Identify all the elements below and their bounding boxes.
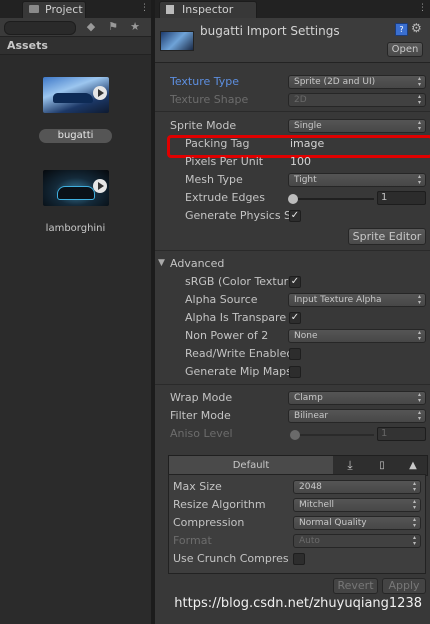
format-label: Format bbox=[173, 534, 212, 547]
pixels-per-unit-input[interactable]: 100 bbox=[286, 154, 430, 170]
gear-icon[interactable]: ⚙ bbox=[411, 21, 422, 35]
extrude-edges-label: Extrude Edges bbox=[185, 191, 265, 204]
panel-menu-icon[interactable]: ⋮ bbox=[418, 3, 427, 13]
project-panel: Project ⋮ ◆ ⚑ ★ Assets bugatti lamborghi… bbox=[0, 0, 151, 624]
watermark-text: https://blog.csdn.net/zhuyuqiang1238 bbox=[174, 596, 422, 611]
play-icon[interactable] bbox=[93, 86, 107, 100]
apply-button[interactable]: Apply bbox=[382, 578, 426, 594]
wrap-mode-label: Wrap Mode bbox=[170, 391, 233, 404]
panel-menu-icon[interactable]: ⋮ bbox=[140, 3, 149, 13]
favorite-star-icon[interactable]: ★ bbox=[128, 20, 142, 34]
generate-mip-maps-checkbox[interactable] bbox=[289, 366, 301, 378]
platform-tabbar: Default ⤓ ▯ ▲ bbox=[168, 455, 428, 476]
extrude-edges-input[interactable]: 1 bbox=[377, 191, 426, 205]
srgb-checkbox[interactable]: ✓ bbox=[289, 276, 301, 288]
aniso-level-input: 1 bbox=[377, 427, 426, 441]
foldout-arrow-icon[interactable]: ▼ bbox=[158, 258, 165, 268]
texture-preview-thumbnail bbox=[160, 31, 194, 51]
sprite-mode-dropdown[interactable]: Single bbox=[288, 119, 426, 133]
breadcrumb[interactable]: Assets bbox=[0, 37, 151, 55]
car-silhouette bbox=[57, 186, 95, 200]
mesh-type-dropdown[interactable]: Tight bbox=[288, 173, 426, 187]
use-crunch-label: Use Crunch Compres bbox=[173, 552, 289, 565]
play-icon[interactable] bbox=[93, 179, 107, 193]
pixels-per-unit-label: Pixels Per Unit bbox=[185, 155, 264, 168]
max-size-dropdown[interactable]: 2048 bbox=[293, 480, 421, 494]
alpha-transparency-checkbox[interactable]: ✓ bbox=[289, 312, 301, 324]
mobile-platform-icon[interactable]: ▯ bbox=[367, 456, 397, 475]
open-button[interactable]: Open bbox=[387, 42, 423, 57]
extrude-edges-slider-handle[interactable] bbox=[288, 194, 298, 204]
resize-algorithm-label: Resize Algorithm bbox=[173, 498, 266, 511]
inspector-panel: Inspector ⋮ bugatti Import Settings ? ⚙ … bbox=[155, 0, 430, 624]
help-icon[interactable]: ? bbox=[395, 23, 408, 36]
alpha-source-dropdown[interactable]: Input Texture Alpha bbox=[288, 293, 426, 307]
srgb-label: sRGB (Color Textur bbox=[185, 275, 289, 288]
info-icon bbox=[166, 5, 174, 14]
tab-project-label: Project bbox=[45, 3, 83, 16]
compression-dropdown[interactable]: Normal Quality bbox=[293, 516, 421, 530]
texture-shape-label: Texture Shape bbox=[170, 93, 249, 106]
sprite-editor-button[interactable]: Sprite Editor bbox=[348, 228, 426, 245]
project-toolbar: ◆ ⚑ ★ bbox=[0, 18, 151, 37]
divider bbox=[155, 384, 430, 385]
aniso-level-label: Aniso Level bbox=[170, 427, 233, 440]
format-dropdown: Auto bbox=[293, 534, 421, 548]
generate-physics-checkbox[interactable]: ✓ bbox=[289, 210, 301, 222]
filter-by-type-icon[interactable]: ◆ bbox=[84, 20, 98, 34]
inspector-tabbar: Inspector ⋮ bbox=[155, 0, 430, 19]
divider bbox=[155, 250, 430, 251]
extrude-edges-slider[interactable] bbox=[292, 198, 374, 200]
use-crunch-checkbox[interactable] bbox=[293, 553, 305, 565]
mesh-type-label: Mesh Type bbox=[185, 173, 243, 186]
read-write-checkbox[interactable] bbox=[289, 348, 301, 360]
max-size-label: Max Size bbox=[173, 480, 222, 493]
folder-icon bbox=[29, 5, 39, 13]
asset-thumbnail-bugatti[interactable] bbox=[43, 77, 109, 113]
asset-thumbnail-lamborghini[interactable] bbox=[43, 170, 109, 206]
platform-tab-default[interactable]: Default bbox=[169, 456, 333, 475]
revert-button[interactable]: Revert bbox=[333, 578, 378, 594]
wrap-mode-dropdown[interactable]: Clamp bbox=[288, 391, 426, 405]
aniso-level-slider-handle bbox=[290, 430, 300, 440]
search-input[interactable] bbox=[4, 21, 76, 35]
resize-algorithm-dropdown[interactable]: Mitchell bbox=[293, 498, 421, 512]
generate-mip-maps-label: Generate Mip Maps bbox=[185, 365, 289, 378]
inspector-header: bugatti Import Settings ? ⚙ Open bbox=[155, 18, 430, 63]
asset-label-lamborghini[interactable]: lamborghini bbox=[0, 223, 151, 234]
filter-mode-label: Filter Mode bbox=[170, 409, 231, 422]
compression-label: Compression bbox=[173, 516, 245, 529]
project-tabbar: Project ⋮ bbox=[0, 0, 151, 19]
read-write-label: Read/Write Enablec bbox=[185, 347, 289, 360]
alpha-source-label: Alpha Source bbox=[185, 293, 258, 306]
aniso-level-slider bbox=[292, 434, 374, 436]
tab-inspector-label: Inspector bbox=[182, 3, 234, 16]
advanced-foldout-label[interactable]: Advanced bbox=[170, 256, 224, 272]
alpha-transparency-label: Alpha Is Transpare bbox=[185, 311, 287, 324]
texture-type-dropdown[interactable]: Sprite (2D and UI) bbox=[288, 75, 426, 89]
filter-mode-dropdown[interactable]: Bilinear bbox=[288, 409, 426, 423]
texture-shape-dropdown: 2D bbox=[288, 93, 426, 107]
asset-label-bugatti[interactable]: bugatti bbox=[39, 129, 112, 143]
texture-type-label: Texture Type bbox=[170, 75, 240, 88]
download-icon[interactable]: ⤓ bbox=[335, 456, 365, 475]
tab-inspector[interactable]: Inspector bbox=[159, 1, 257, 18]
android-icon[interactable]: ▲ bbox=[399, 456, 427, 475]
tab-project[interactable]: Project bbox=[22, 1, 86, 18]
sprite-mode-label: Sprite Mode bbox=[170, 119, 237, 132]
non-power-of-2-dropdown[interactable]: None bbox=[288, 329, 426, 343]
inspector-title: bugatti Import Settings bbox=[200, 24, 340, 38]
car-silhouette bbox=[53, 93, 93, 103]
divider bbox=[155, 111, 430, 112]
filter-by-label-icon[interactable]: ⚑ bbox=[106, 20, 120, 34]
non-power-of-2-label: Non Power of 2 bbox=[185, 329, 269, 342]
generate-physics-label: Generate Physics Sł bbox=[185, 209, 289, 222]
